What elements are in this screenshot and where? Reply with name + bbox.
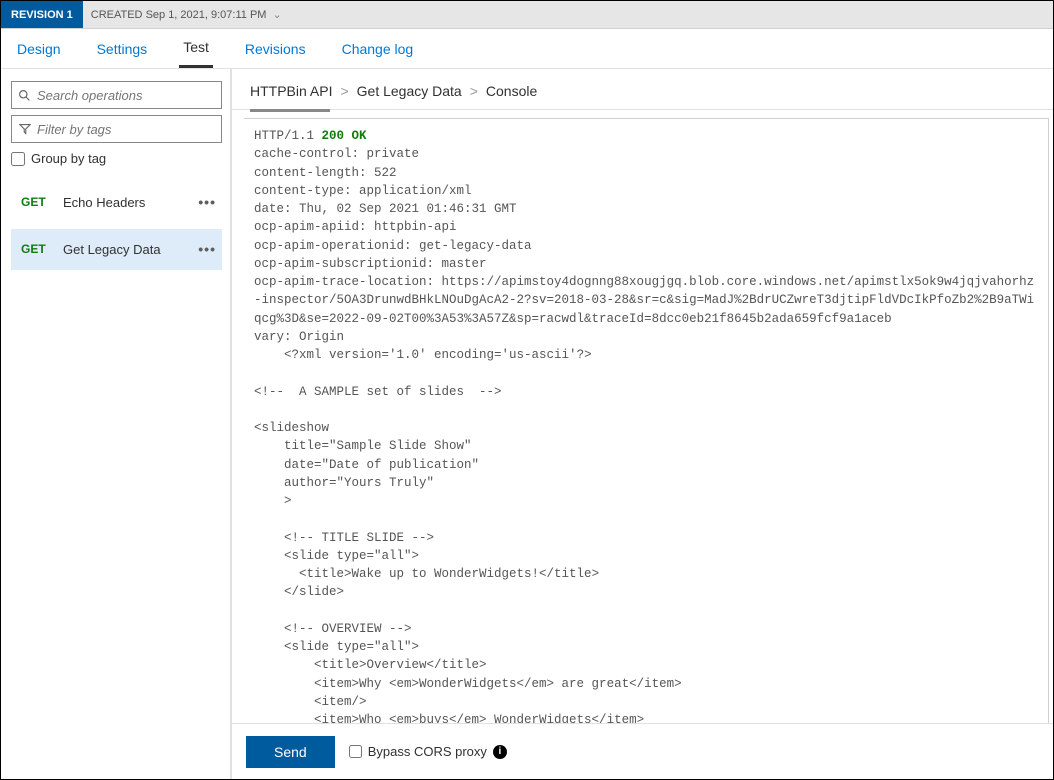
operation-name: Get Legacy Data [63, 242, 161, 257]
operation-item-echo-headers[interactable]: GET Echo Headers ••• [11, 182, 222, 223]
tab-design[interactable]: Design [13, 31, 65, 67]
revision-badge: REVISION 1 [1, 1, 83, 28]
breadcrumb-api[interactable]: HTTPBin API [250, 83, 332, 99]
operations-sidebar: Group by tag GET Echo Headers ••• GET Ge… [1, 69, 231, 779]
bottom-bar: Send Bypass CORS proxy i [232, 723, 1053, 779]
operation-method: GET [15, 195, 49, 209]
info-icon[interactable]: i [493, 745, 507, 759]
tab-test[interactable]: Test [179, 29, 213, 68]
bypass-cors-label: Bypass CORS proxy [368, 744, 487, 759]
search-operations-box[interactable] [11, 81, 222, 109]
send-button[interactable]: Send [246, 736, 335, 768]
group-by-tag-label: Group by tag [31, 151, 106, 166]
breadcrumb-accent [250, 109, 330, 112]
search-input[interactable] [37, 88, 215, 103]
tab-strip: Design Settings Test Revisions Change lo… [1, 29, 1053, 69]
breadcrumb-operation[interactable]: Get Legacy Data [357, 83, 462, 99]
tab-revisions[interactable]: Revisions [241, 31, 310, 67]
chevron-right-icon: > [340, 83, 348, 99]
filter-input[interactable] [37, 122, 215, 137]
breadcrumb-view: Console [486, 83, 537, 99]
chevron-down-icon[interactable]: ⌄ [272, 8, 281, 21]
response-scroll[interactable]: HTTP/1.1 200 OK cache-control: private c… [244, 118, 1049, 723]
bypass-cors-checkbox[interactable] [349, 745, 362, 758]
filter-icon [18, 123, 31, 135]
console-panel: HTTPBin API > Get Legacy Data > Console … [231, 69, 1053, 779]
bypass-cors-row[interactable]: Bypass CORS proxy i [349, 744, 507, 759]
operation-item-get-legacy-data[interactable]: GET Get Legacy Data ••• [11, 229, 222, 270]
search-icon [18, 89, 31, 102]
more-icon[interactable]: ••• [198, 241, 216, 257]
chevron-right-icon: > [470, 83, 478, 99]
tab-change-log[interactable]: Change log [338, 31, 418, 67]
created-label: CREATED Sep 1, 2021, 9:07:11 PM [91, 9, 267, 21]
breadcrumb: HTTPBin API > Get Legacy Data > Console [232, 69, 1053, 110]
filter-tags-box[interactable] [11, 115, 222, 143]
operation-method: GET [15, 242, 49, 256]
response-body: HTTP/1.1 200 OK cache-control: private c… [244, 119, 1048, 723]
group-by-tag-checkbox[interactable] [11, 152, 25, 166]
more-icon[interactable]: ••• [198, 194, 216, 210]
tab-settings[interactable]: Settings [93, 31, 152, 67]
revision-bar: REVISION 1 CREATED Sep 1, 2021, 9:07:11 … [1, 1, 1053, 29]
operation-name: Echo Headers [63, 195, 145, 210]
group-by-tag-row[interactable]: Group by tag [11, 151, 222, 166]
